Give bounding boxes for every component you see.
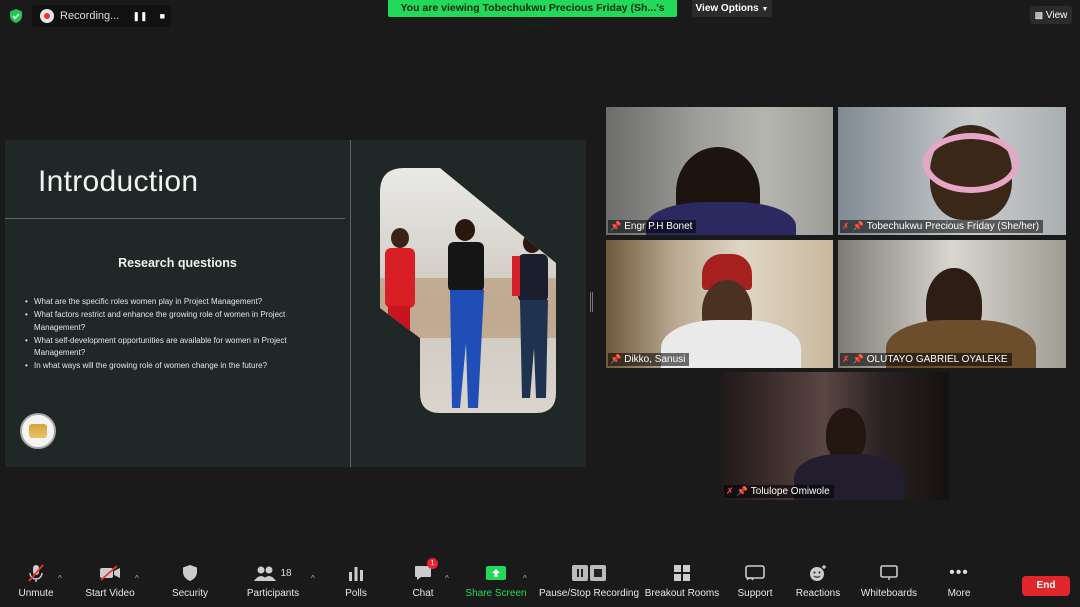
pause-stop-recording-button[interactable]: Pause/Stop Recording: [538, 560, 640, 607]
reactions-label: Reactions: [795, 588, 841, 599]
participant-name: Engr P.H Bonet: [624, 221, 693, 232]
chat-label: Chat: [412, 588, 434, 599]
participant-name: Tolulope Omiwole: [750, 486, 830, 497]
whiteboards-button[interactable]: Whiteboards: [860, 560, 918, 607]
end-meeting-button[interactable]: End: [1022, 576, 1070, 596]
pin-icon: 📌: [736, 486, 748, 496]
women-walking-photo: [380, 168, 556, 413]
recording-label: Recording...: [60, 10, 120, 22]
support-label: Support: [737, 588, 773, 599]
chat-options-caret-icon[interactable]: ^: [445, 574, 449, 583]
muted-mic-icon: ✗: [726, 486, 734, 496]
participants-count: 18: [280, 567, 292, 579]
research-questions-heading: Research questions: [118, 256, 237, 270]
participant-name: OLUTAYO GABRIEL OYALEKE: [866, 354, 1008, 365]
more-label: More: [947, 588, 971, 599]
breakout-grid-icon: [674, 560, 690, 586]
share-screen-arrow-icon: [486, 560, 506, 586]
unmute-button[interactable]: Unmute: [16, 560, 56, 607]
polls-bar-icon: [348, 560, 364, 586]
muted-mic-icon: ✗: [842, 221, 850, 231]
support-screen-icon: [745, 560, 765, 586]
panel-resize-handle[interactable]: [590, 292, 593, 312]
participant-name-label: ✗ 📌 Tolulope Omiwole: [724, 485, 834, 498]
participants-label: Participants: [246, 588, 300, 599]
participant-name-label: 📌 Dikko, Sanusi: [608, 353, 690, 366]
security-shield-icon: [182, 560, 198, 586]
chevron-down-icon: ▼: [761, 6, 769, 13]
start-video-label: Start Video: [85, 588, 135, 599]
support-button[interactable]: Support: [734, 560, 776, 607]
more-button[interactable]: ••• More: [944, 560, 974, 607]
slide-divider-horizontal: [5, 218, 345, 219]
video-tile[interactable]: 📌 Dikko, Sanusi: [606, 240, 833, 368]
share-options-caret-icon[interactable]: ^: [523, 574, 527, 583]
recording-indicator: Recording... ❚❚ ■: [32, 5, 171, 27]
polls-button[interactable]: Polls: [340, 560, 372, 607]
video-tile[interactable]: 📌 Engr P.H Bonet: [606, 107, 833, 235]
slide-title: Introduction: [38, 165, 199, 198]
list-item: What are the specific roles women play i…: [25, 296, 325, 309]
participant-name-label: 📌 Engr P.H Bonet: [608, 220, 697, 233]
recording-dot-icon: [40, 9, 54, 23]
muted-mic-icon: ✗: [842, 354, 850, 364]
video-options-caret-icon[interactable]: ^: [135, 574, 139, 583]
video-off-icon: [99, 560, 121, 586]
whiteboards-label: Whiteboards: [860, 588, 918, 599]
unmute-label: Unmute: [18, 588, 54, 599]
start-video-button[interactable]: Start Video: [84, 560, 136, 607]
video-tile[interactable]: ✗ 📌 Tolulope Omiwole: [722, 372, 949, 500]
chat-bubble-icon: 1: [414, 558, 438, 586]
encryption-shield-icon[interactable]: [8, 8, 24, 24]
muted-microphone-icon: [27, 560, 45, 586]
view-options-button[interactable]: View Options ▼: [692, 0, 772, 17]
reactions-button[interactable]: Reactions: [796, 560, 840, 607]
shared-screen-slide: Introduction Research questions What are…: [5, 140, 586, 467]
participant-name-label: ✗ 📌 OLUTAYO GABRIEL OYALEKE: [840, 353, 1012, 366]
research-questions-list: What are the specific roles women play i…: [25, 296, 325, 374]
reactions-smiley-icon: [809, 560, 827, 586]
security-button[interactable]: Security: [170, 560, 210, 607]
share-screen-button[interactable]: Share Screen: [465, 560, 527, 607]
whiteboard-icon: [880, 560, 898, 586]
view-options-label: View Options: [695, 3, 759, 14]
stop-recording-icon[interactable]: ■: [160, 11, 165, 22]
slide-divider-vertical: [350, 140, 351, 467]
participant-name: Tobechukwu Precious Friday (She/her): [866, 221, 1040, 232]
video-tile[interactable]: ✗ 📌 Tobechukwu Precious Friday (She/her): [838, 107, 1066, 235]
pin-icon: 📌: [610, 221, 622, 231]
participant-name: Dikko, Sanusi: [624, 354, 686, 365]
view-layout-icon: ▩: [1034, 10, 1044, 20]
pin-icon: 📌: [852, 354, 864, 364]
view-label: View: [1045, 10, 1068, 21]
list-item: In what ways will the growing role of wo…: [25, 360, 325, 373]
viewing-screen-banner: You are viewing Tobechukwu Precious Frid…: [388, 0, 677, 31]
breakout-rooms-label: Breakout Rooms: [644, 588, 720, 599]
chat-button[interactable]: 1 Chat: [408, 558, 438, 607]
pause-recording-icon[interactable]: ❚❚: [132, 11, 147, 22]
pin-icon: 📌: [610, 354, 622, 364]
view-button[interactable]: ▩ View: [1030, 6, 1072, 24]
meeting-toolbar: Unmute ^ Start Video ^ Security 18 Parti…: [0, 558, 1080, 607]
more-ellipsis-icon: •••: [949, 564, 969, 581]
audio-options-caret-icon[interactable]: ^: [58, 574, 62, 583]
security-label: Security: [171, 588, 209, 599]
polls-label: Polls: [345, 588, 367, 599]
organization-logo: [20, 413, 56, 449]
video-tile[interactable]: ✗ 📌 OLUTAYO GABRIEL OYALEKE: [838, 240, 1066, 368]
participants-icon: 18: [254, 560, 292, 586]
pause-stop-icon: [572, 560, 606, 586]
pause-stop-label: Pause/Stop Recording: [538, 588, 640, 599]
chat-unread-badge: 1: [427, 558, 438, 569]
participants-button[interactable]: 18 Participants: [246, 560, 300, 607]
pin-icon: 📌: [852, 221, 864, 231]
breakout-rooms-button[interactable]: Breakout Rooms: [644, 560, 720, 607]
participants-options-caret-icon[interactable]: ^: [311, 574, 315, 583]
share-screen-label: Share Screen: [465, 588, 527, 599]
list-item: What self-development opportunities are …: [25, 335, 325, 360]
participant-name-label: ✗ 📌 Tobechukwu Precious Friday (She/her): [840, 220, 1044, 233]
list-item: What factors restrict and enhance the gr…: [25, 309, 325, 334]
